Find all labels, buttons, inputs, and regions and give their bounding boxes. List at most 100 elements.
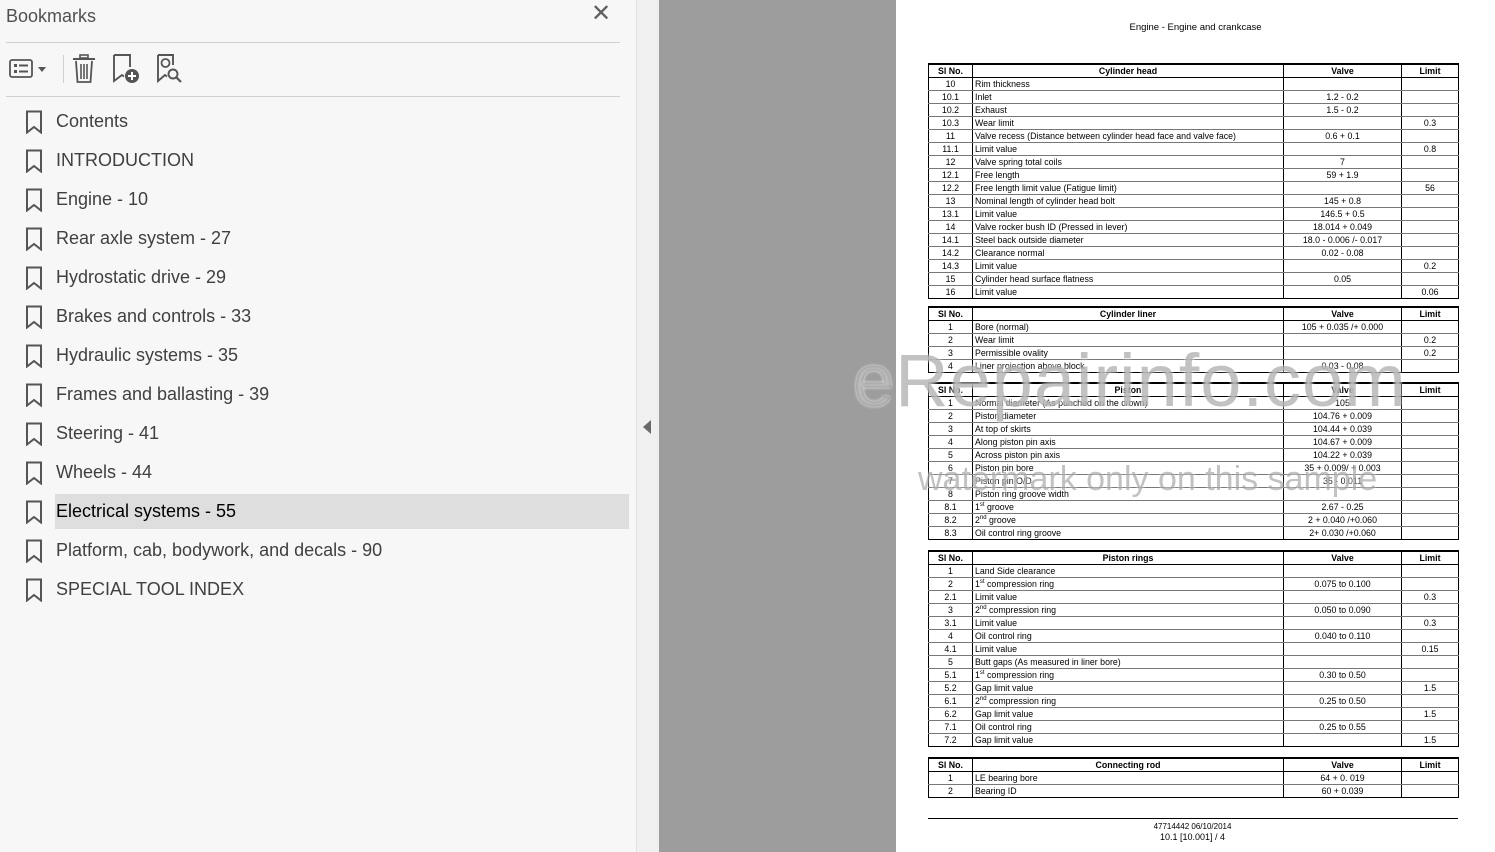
bookmark-item[interactable]: Steering - 41 xyxy=(0,414,637,453)
table-cell: Normal diameter (As punched on the crown… xyxy=(972,396,1284,410)
table-cell: 8 xyxy=(928,487,973,501)
table-cell xyxy=(1401,461,1459,475)
table-cell: Gap limit value xyxy=(972,733,1284,747)
table-row: 14 Valve rocker bush ID (Pressed in lever… xyxy=(928,220,1459,234)
table-cell xyxy=(1401,422,1459,436)
table-cell: Butt gaps (As measured in liner bore) xyxy=(972,655,1284,669)
table-cell: 16 xyxy=(928,285,973,299)
table-cell: Liner projection above block xyxy=(972,359,1284,373)
table-cell: 2.1 xyxy=(928,590,973,604)
table-cell xyxy=(1401,629,1459,643)
table-cell: 14.1 xyxy=(928,233,973,247)
table-cell: 0.2 xyxy=(1401,259,1459,273)
bookmark-item[interactable]: Brakes and controls - 33 xyxy=(0,297,637,336)
table-cell: 1.5 xyxy=(1401,707,1459,721)
table-cell: 2nd compression ring xyxy=(972,603,1284,617)
bookmark-icon xyxy=(25,266,43,291)
table-cell: 0.06 xyxy=(1401,285,1459,299)
table-cell: 0.075 to 0.100 xyxy=(1283,577,1402,591)
table-cell xyxy=(1401,103,1459,117)
table-row: 3 At top of skirts 104.44 + 0.039 xyxy=(928,422,1459,436)
table-cell: Oil control ring xyxy=(972,629,1284,643)
table-cell xyxy=(1401,409,1459,423)
bookmark-item[interactable]: INTRODUCTION xyxy=(0,141,637,180)
new-bookmark-button[interactable] xyxy=(108,52,144,86)
bookmark-item[interactable]: Hydraulic systems - 35 xyxy=(0,336,637,375)
bookmark-label: Engine - 10 xyxy=(56,189,149,209)
page-header: Engine - Engine and crankcase xyxy=(1129,22,1262,33)
table-header-cell: Valve xyxy=(1283,757,1402,772)
table-cell xyxy=(1401,487,1459,501)
table-cell: Valve spring total coils xyxy=(972,155,1284,169)
table-header-cell: Piston rings xyxy=(972,550,1284,565)
table-cell: LE bearing bore xyxy=(972,771,1284,785)
table-cell: 0.8 xyxy=(1401,142,1459,156)
pdf-page: Engine - Engine and crankcase Sl No. Cyli… xyxy=(896,0,1495,852)
collapse-arrow-icon[interactable] xyxy=(643,420,651,434)
table-cell: 0.3 xyxy=(1401,590,1459,604)
table-cell: 18.014 + 0.049 xyxy=(1283,220,1402,234)
bookmark-item[interactable]: Wheels - 44 xyxy=(0,453,637,492)
bookmark-item[interactable]: Electrical systems - 55 xyxy=(0,492,637,531)
bookmark-icon xyxy=(25,110,43,135)
find-bookmark-button[interactable] xyxy=(152,52,186,86)
bookmark-item[interactable]: Engine - 10 xyxy=(0,180,637,219)
table-cell: 8.2 xyxy=(928,513,973,527)
table-cell xyxy=(1283,285,1402,299)
table-header-cell: Sl No. xyxy=(928,757,973,772)
delete-bookmark-button[interactable] xyxy=(68,52,100,86)
table-row: 8 Piston ring groove width xyxy=(928,487,1459,501)
table-row: 11 Valve recess (Distance between cylinde… xyxy=(928,129,1459,143)
table-cell: 10 xyxy=(928,77,973,91)
table-row: 6 Piston pin bore 35 + 0.009/ + 0.003 xyxy=(928,461,1459,475)
table-row: 16 Limit value 0.06 xyxy=(928,285,1459,299)
table-row: 10.1 Inlet 1.2 - 0.2 xyxy=(928,90,1459,104)
table-row: 12 Valve spring total coils 7 xyxy=(928,155,1459,169)
table-cell: 10.1 xyxy=(928,90,973,104)
table-row: 13.1 Limit value 146.5 + 0.5 xyxy=(928,207,1459,221)
table-cell xyxy=(1283,333,1402,347)
table-cell xyxy=(1401,233,1459,247)
spec-table: Sl No. Piston Valve Limit 1 Normal diameter (… xyxy=(928,382,1459,540)
table-cell: Exhaust xyxy=(972,103,1284,117)
table-cell xyxy=(1401,474,1459,488)
find-bookmark-icon xyxy=(154,53,184,85)
table-cell xyxy=(1283,616,1402,630)
table-cell: 5.2 xyxy=(928,681,973,695)
bookmark-label: Frames and ballasting - 39 xyxy=(56,384,270,404)
bookmark-item[interactable]: SPECIAL TOOL INDEX xyxy=(0,570,637,609)
bookmark-label: Steering - 41 xyxy=(56,423,160,443)
table-cell: 2 xyxy=(928,577,973,591)
table-header-cell: Sl No. xyxy=(928,382,973,397)
bookmark-icon xyxy=(25,539,43,564)
table-cell: 0.15 xyxy=(1401,642,1459,656)
table-cell: 0.30 to 0.50 xyxy=(1283,668,1402,682)
bookmark-item[interactable]: Frames and ballasting - 39 xyxy=(0,375,637,414)
close-icon[interactable]: ✕ xyxy=(590,2,612,26)
table-cell: 11.1 xyxy=(928,142,973,156)
table-header-cell: Cylinder head xyxy=(972,63,1284,78)
table-cell: 1 xyxy=(928,771,973,785)
bookmark-icon xyxy=(25,500,43,525)
table-cell: 105 + 0.035 /+ 0.000 xyxy=(1283,320,1402,334)
bookmark-item[interactable]: Hydrostatic drive - 29 xyxy=(0,258,637,297)
bookmark-item[interactable]: Rear axle system - 27 xyxy=(0,219,637,258)
table-cell xyxy=(1283,681,1402,695)
table-cell xyxy=(1283,116,1402,130)
spec-table: Sl No. Connecting rod Valve Limit 1 LE bearin… xyxy=(928,757,1459,798)
table-cell: 64 + 0. 019 xyxy=(1283,771,1402,785)
table-cell: Gap limit value xyxy=(972,681,1284,695)
bookmark-item[interactable]: Contents xyxy=(0,102,637,141)
table-row: 5.1 1st compression ring 0.30 to 0.50 xyxy=(928,668,1459,682)
table-cell: 35 + 0.009/ + 0.003 xyxy=(1283,461,1402,475)
bookmark-item[interactable]: Platform, cab, bodywork, and decals - 90 xyxy=(0,531,637,570)
table-row: 3 Permissible ovality 0.2 xyxy=(928,346,1459,360)
bookmark-icon xyxy=(25,383,43,408)
panel-splitter[interactable] xyxy=(637,0,659,852)
table-cell xyxy=(1401,396,1459,410)
table-row: 3.1 Limit value 0.3 xyxy=(928,616,1459,630)
table-cell xyxy=(1401,655,1459,669)
table-cell: 3 xyxy=(928,422,973,436)
options-menu-button[interactable] xyxy=(6,52,50,86)
table-cell: Across piston pin axis xyxy=(972,448,1284,462)
